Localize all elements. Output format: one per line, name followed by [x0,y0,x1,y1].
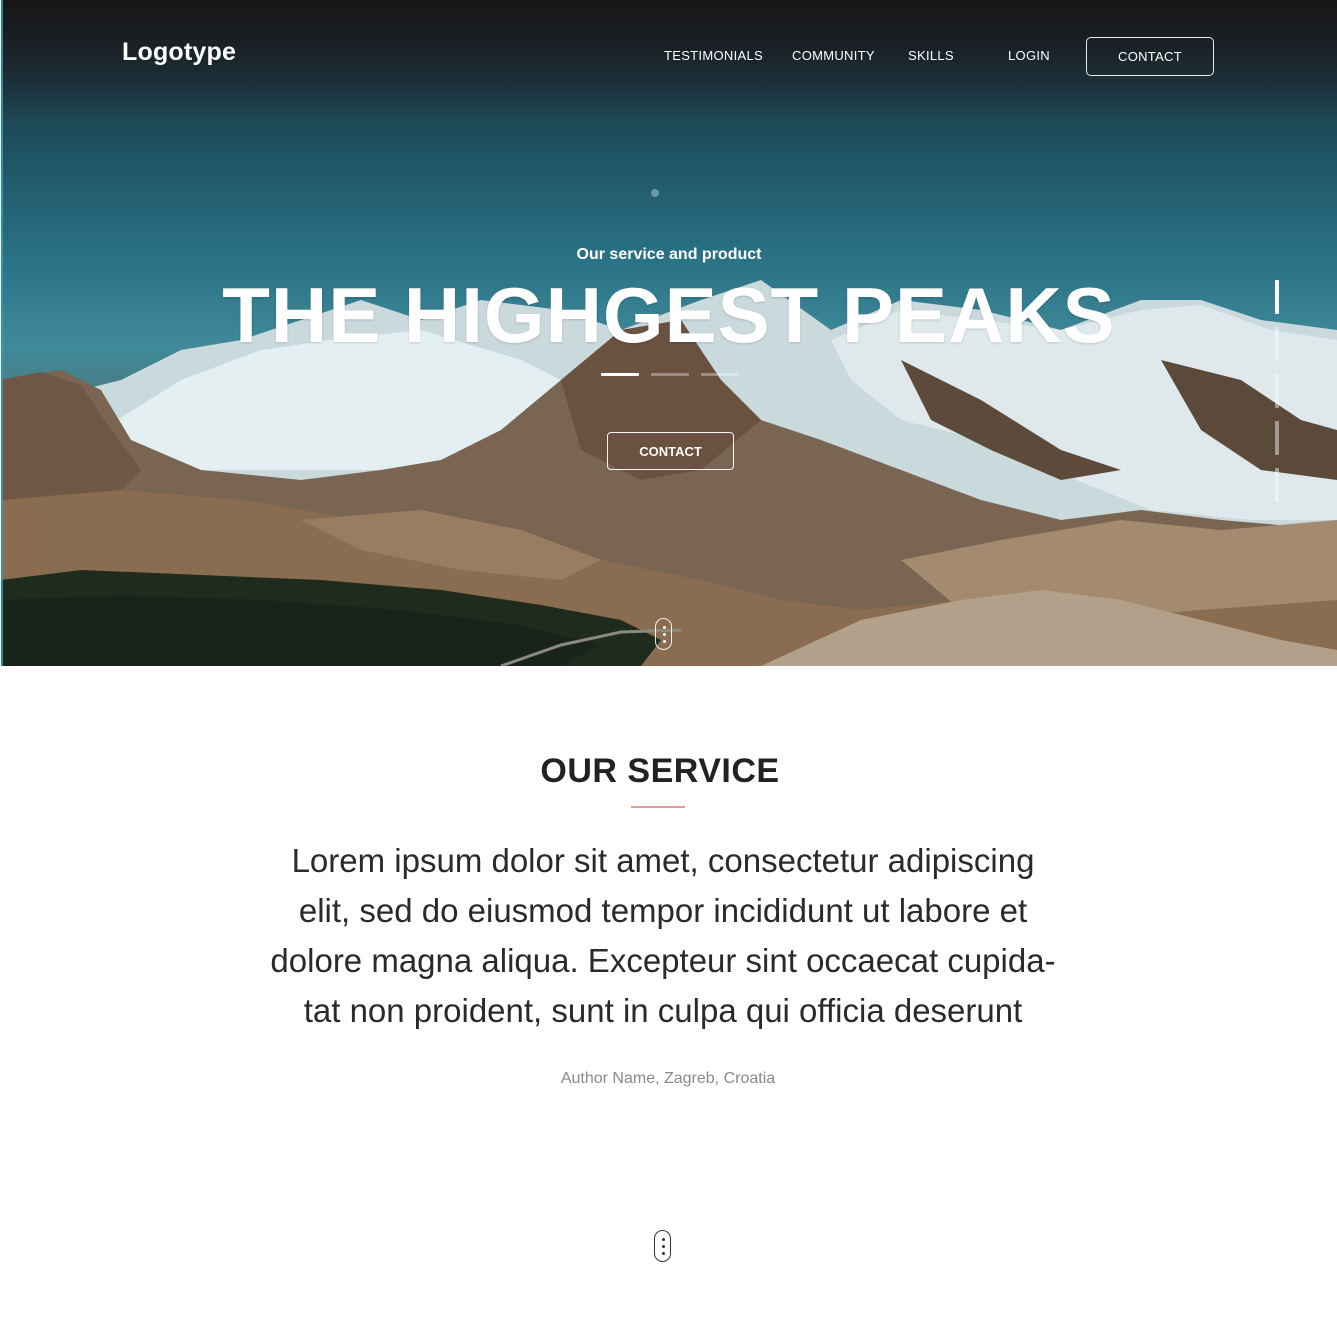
slide-dot[interactable] [701,373,739,376]
hero-kicker: Our service and product [576,246,762,263]
service-text-line: tat non proident, sunt in culpa qui offi… [303,992,1023,1029]
service-text-line: dolore magna aliqua. Excepteur sint occa… [270,942,1056,979]
hero-contact-button[interactable]: CONTACT [607,432,734,470]
side-pager-item[interactable] [1275,421,1279,455]
side-pager-item[interactable] [1275,280,1279,314]
slide-dot[interactable] [601,373,639,376]
mouse-scroll-icon[interactable] [654,1230,671,1262]
side-pager-item[interactable] [1275,468,1279,502]
hero-title: THE HIGHGEST PEAKS [222,271,1116,359]
side-pager-item[interactable] [1275,327,1279,361]
mouse-scroll-icon[interactable] [655,618,672,650]
nav-link-community[interactable]: COMMUNITY [792,48,875,63]
service-text-line: Lorem ipsum dolor sit amet, consectetur … [291,842,1035,879]
service-text-line: elit, sed do eiusmod tempor incididunt u… [298,892,1028,929]
service-author: Author Name, Zagreb, Croatia [560,1070,776,1087]
nav-link-login[interactable]: LOGIN [1008,48,1050,63]
service-title: OUR SERVICE [540,752,780,790]
slide-dot[interactable] [651,373,689,376]
hero-section: Logotype TESTIMONIALS COMMUNITY SKILLS L… [1,0,1337,666]
header-contact-button[interactable]: CONTACT [1086,37,1214,76]
side-pager-item[interactable] [1275,374,1279,408]
side-pager [1275,280,1281,510]
service-title-divider [631,806,685,808]
service-text: Lorem ipsum dolor sit amet, consectetur … [270,836,1056,1036]
nav-link-testimonials[interactable]: TESTIMONIALS [664,48,763,63]
logo[interactable]: Logotype [122,38,236,67]
nav-link-skills[interactable]: SKILLS [908,48,954,63]
slide-indicator [601,373,741,377]
